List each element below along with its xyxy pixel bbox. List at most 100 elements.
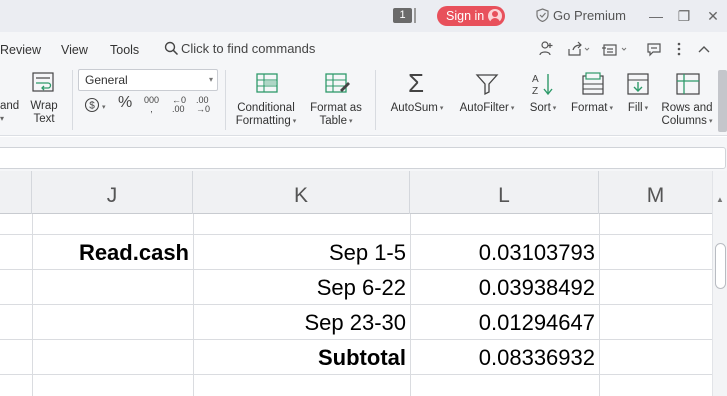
comment-icon[interactable] (646, 40, 662, 58)
sort-button[interactable]: Sort ▾ (523, 102, 563, 115)
format-as-table-line2: Table (319, 115, 347, 127)
go-premium-button[interactable]: Go Premium (536, 7, 626, 25)
number-format-select[interactable]: General ▾ (78, 69, 218, 91)
minimize-button[interactable]: — (646, 6, 666, 26)
cell-j-row2[interactable] (33, 270, 189, 304)
cell-l-row1[interactable]: 0.03103793 (411, 235, 595, 269)
column-header-k[interactable]: K (193, 171, 410, 214)
collapse-ribbon-icon[interactable] (697, 40, 711, 58)
gridline (0, 374, 712, 375)
cell-k-row4[interactable]: Subtotal (194, 340, 406, 374)
ribbon-scrollbar[interactable] (718, 70, 727, 132)
rows-columns-icon (676, 73, 700, 95)
thousands-separator-button[interactable]: 000, (144, 96, 159, 114)
format-as-table-button[interactable]: Format as Table ▾ (304, 102, 368, 128)
share-icon[interactable] (566, 40, 592, 58)
cell-l-row2[interactable]: 0.03938492 (411, 270, 595, 304)
wrap-text-line2: Text (33, 113, 55, 125)
rows-and-columns-line1: Rows and (661, 102, 713, 114)
cell-l-row4[interactable]: 0.08336932 (411, 340, 595, 374)
format-as-table-icon (325, 73, 350, 93)
conditional-formatting-button[interactable]: Conditional Formatting ▾ (230, 102, 302, 128)
decrease-decimal-button[interactable]: .00 →0 (196, 96, 210, 114)
avatar-icon (488, 9, 502, 23)
chevron-down-icon: ▾ (102, 104, 106, 111)
svg-text:A: A (532, 74, 539, 85)
cell-j-row4[interactable] (33, 340, 189, 374)
fill-button[interactable]: Fill ▾ (622, 102, 654, 115)
restore-button[interactable]: ❐ (674, 6, 694, 26)
scrollbar-thumb[interactable] (715, 243, 726, 289)
svg-text:Z: Z (532, 86, 538, 97)
conditional-formatting-line2: Formatting (235, 115, 291, 127)
chevron-down-icon: ▾ (348, 118, 353, 125)
conditional-formatting-icon (256, 73, 278, 93)
ribbon-toolbar: and ▾ Wrap Text General ▾ $ ▾ % 000, ←0.0… (0, 66, 727, 136)
autosum-button[interactable]: AutoSum ▾ (386, 102, 448, 115)
currency-symbol: $ (89, 101, 95, 112)
find-commands-search[interactable]: Click to find commands (164, 40, 315, 58)
sign-in-button[interactable]: Sign in (437, 6, 505, 26)
autofilter-button[interactable]: AutoFilter ▾ (454, 102, 520, 115)
wrap-text-button[interactable]: Wrap Text (26, 100, 62, 126)
formula-bar-area (0, 137, 727, 171)
format-label: Format (571, 102, 608, 114)
cell-k-row3[interactable]: Sep 23-30 (194, 305, 406, 339)
formula-input[interactable] (0, 147, 726, 169)
sign-in-label: Sign in (446, 9, 485, 23)
format-cells-icon (582, 72, 604, 95)
history-icon[interactable] (600, 40, 630, 58)
more-options-icon[interactable] (675, 40, 683, 58)
menu-review[interactable]: Review (0, 42, 41, 58)
percent-format-button[interactable]: % (118, 95, 132, 111)
wrap-text-line1: Wrap (30, 100, 58, 112)
scroll-up-icon[interactable]: ▲ (716, 195, 724, 204)
chevron-down-icon: ▾ (609, 105, 613, 112)
sort-label: Sort (529, 102, 551, 114)
currency-format-button[interactable]: $ ▾ (84, 97, 106, 115)
wrap-text-icon (32, 72, 54, 92)
decrease-decimal-arrow-icon: →0 (196, 104, 211, 114)
fill-icon (627, 73, 649, 95)
menu-bar: Review View Tools Click to find commands (0, 32, 727, 66)
cell-j-row3[interactable] (33, 305, 189, 339)
column-header-j[interactable]: J (32, 171, 193, 214)
column-header-m[interactable]: M (599, 171, 712, 214)
column-header-row: J K L M (0, 171, 712, 214)
format-button[interactable]: Format ▾ (566, 102, 618, 115)
sort-icon: AZ (532, 74, 553, 97)
thousands-comma: , (150, 104, 153, 114)
menu-tools[interactable]: Tools (110, 42, 139, 58)
fill-label: Fill (627, 102, 643, 114)
cell-k-row2[interactable]: Sep 6-22 (194, 270, 406, 304)
column-header-partial[interactable] (0, 171, 32, 214)
search-icon (164, 41, 179, 56)
increase-decimal-button[interactable]: ←0.00 (172, 96, 186, 114)
menu-view[interactable]: View (61, 42, 88, 58)
chevron-down-icon: ▾ (292, 118, 297, 125)
title-bar: 1 Sign in Go Premium — ❐ ✕ (0, 0, 727, 32)
chevron-down-icon: ▾ (708, 118, 713, 125)
find-commands-label: Click to find commands (181, 41, 316, 56)
conditional-formatting-line1: Conditional (237, 102, 295, 114)
chevron-down-icon: ▾ (208, 75, 213, 84)
window-count-badge[interactable]: 1 (393, 8, 416, 23)
partial-caret: ▾ (0, 114, 5, 123)
cell-l-row3[interactable]: 0.01294647 (411, 305, 595, 339)
rows-and-columns-button[interactable]: Rows and Columns ▾ (658, 102, 716, 128)
autosum-label: AutoSum (390, 102, 438, 114)
ribbon-separator (225, 70, 226, 130)
chevron-down-icon: ▾ (439, 105, 444, 112)
rows-and-columns-line2: Columns (661, 115, 707, 127)
shield-icon (536, 8, 549, 22)
go-premium-label: Go Premium (553, 8, 626, 23)
vertical-scrollbar[interactable]: ▲ (712, 171, 727, 396)
close-button[interactable]: ✕ (703, 6, 723, 26)
spreadsheet-grid: J K L M Read.cash Sep 1-5 0.03103793 Sep… (0, 171, 727, 396)
cell-k-row1[interactable]: Sep 1-5 (194, 235, 406, 269)
column-header-l[interactable]: L (410, 171, 599, 214)
ribbon-separator (72, 70, 73, 130)
cell-j-row1[interactable]: Read.cash (33, 235, 189, 269)
filter-icon (475, 74, 499, 96)
add-user-icon[interactable] (538, 40, 554, 58)
